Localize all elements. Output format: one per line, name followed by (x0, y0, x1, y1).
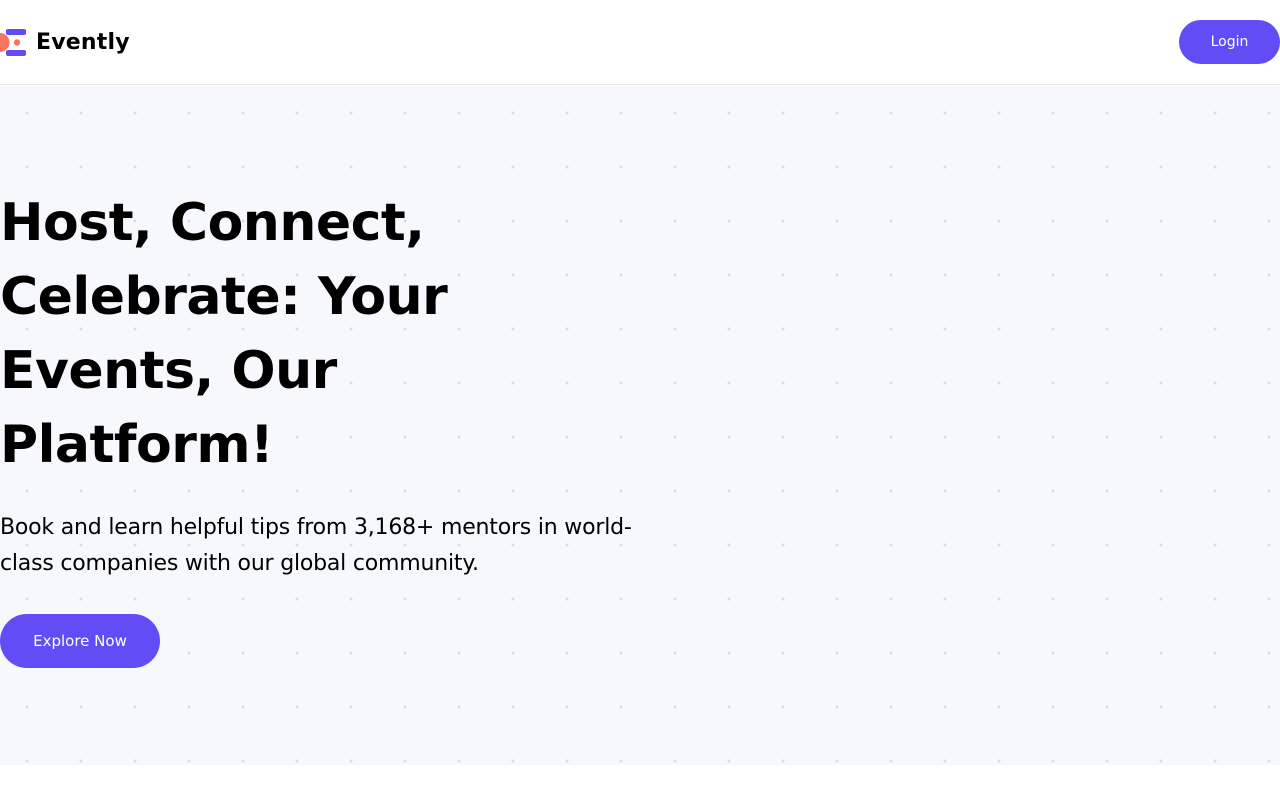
explore-now-button[interactable]: Explore Now (0, 614, 160, 668)
brand-logo[interactable]: Evently (0, 24, 130, 60)
login-button[interactable]: Login (1179, 20, 1280, 64)
evently-logo-icon (0, 29, 26, 56)
site-header: Evently Login (0, 0, 1280, 85)
hero-subtitle: Book and learn helpful tips from 3,168+ … (0, 515, 632, 576)
hero-title: Host, Connect, Celebrate: Your Events, O… (0, 193, 448, 475)
brand-name: Evently (36, 29, 130, 55)
hero-section: Host, Connect, Celebrate: Your Events, O… (0, 86, 1280, 765)
